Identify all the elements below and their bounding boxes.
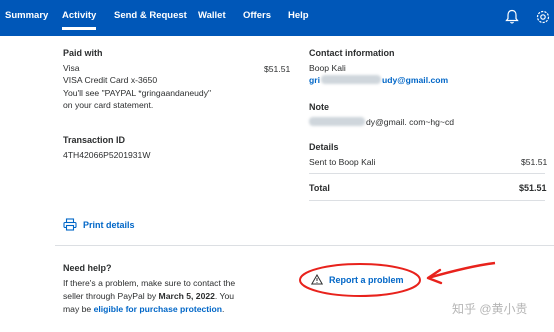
total-label: Total <box>309 183 330 193</box>
paid-with-section: Paid with Visa VISA Credit Card x-3650 Y… <box>63 47 293 111</box>
need-help-title: Need help? <box>63 263 112 273</box>
purchase-protection-link[interactable]: eligible for purchase protection <box>94 304 222 314</box>
card-description: VISA Credit Card x-3650 <box>63 75 158 86</box>
print-details-label: Print details <box>83 220 135 230</box>
gear-icon[interactable] <box>535 9 551 30</box>
note-text: dy@gmail. com~hg~cd <box>309 116 549 128</box>
paid-with-label: Paid with <box>63 48 103 58</box>
details-section: Details Sent to Boop Kali <box>309 141 545 168</box>
help-text-line2: seller through PayPal by March 5, 2022. … <box>63 290 283 303</box>
print-details-link[interactable]: Print details <box>63 218 135 231</box>
statement-text-line1: You'll see "PAYPAL *gringaandaneudy" <box>63 87 212 98</box>
details-label: Details <box>309 142 339 152</box>
help-deadline: March 5, 2022 <box>158 291 215 301</box>
paid-amount: $51.51 <box>264 64 291 74</box>
contact-info-label: Contact information <box>309 48 395 58</box>
statement-text-line2: on your card statement. <box>63 99 154 110</box>
note-label: Note <box>309 102 329 112</box>
payment-method: Visa <box>63 63 80 74</box>
nav-help[interactable]: Help <box>288 10 309 21</box>
report-problem-link[interactable]: Report a problem <box>310 274 404 285</box>
details-row-amount: $51.51 <box>521 157 548 167</box>
note-section: Note dy@gmail. com~hg~cd <box>309 101 549 128</box>
bell-icon[interactable] <box>505 9 519 30</box>
contact-email-link[interactable]: gri udy@gmail.com <box>309 74 549 86</box>
pointer-arrow-shaft <box>427 261 496 280</box>
help-text-line3-suffix: . <box>222 304 225 314</box>
warning-icon <box>310 274 324 285</box>
help-text-line2-suffix: . You <box>214 291 235 301</box>
total-divider <box>309 200 545 201</box>
transaction-id-value: 4TH42066P520193​1W <box>63 150 151 161</box>
contact-section: Contact information Boop Kali gri udy@gma… <box>309 47 549 87</box>
note-text-suffix: dy@gmail. com~hg~cd <box>366 117 455 128</box>
section-divider <box>55 245 554 246</box>
transaction-section: Transaction ID 4TH42066P520193​1W <box>63 134 150 161</box>
help-text-line3: may be eligible for purchase protection. <box>63 303 283 316</box>
redacted-note-part <box>309 117 365 127</box>
contact-name: Boop Kali <box>309 63 346 74</box>
watermark-text: 知乎 @黄小贵 <box>452 302 528 316</box>
printer-icon <box>63 218 77 231</box>
report-problem-label: Report a problem <box>329 275 404 285</box>
nav-offers[interactable]: Offers <box>243 10 271 21</box>
nav-wallet[interactable]: Wallet <box>198 10 226 21</box>
help-text-line3-prefix: may be <box>63 304 94 314</box>
email-prefix: gri <box>309 75 320 86</box>
top-navigation-bar: Summary Activity Send & Request Wallet O… <box>0 0 554 36</box>
nav-summary[interactable]: Summary <box>5 10 48 21</box>
help-text-line2-prefix: seller through PayPal by <box>63 291 159 301</box>
help-text-line1: If there's a problem, make sure to conta… <box>63 278 236 288</box>
total-amount: $51.51 <box>519 183 547 193</box>
email-suffix: udy@gmail.com <box>381 75 449 86</box>
transaction-id-label: Transaction ID <box>63 135 126 145</box>
pointer-arrow-head <box>426 268 443 285</box>
redacted-email-part <box>320 75 381 85</box>
nav-send-request[interactable]: Send & Request <box>114 10 187 21</box>
details-divider <box>309 173 545 174</box>
need-help-section: Need help? If there's a problem, make su… <box>63 262 283 316</box>
details-row-label: Sent to Boop Kali <box>309 157 376 168</box>
nav-activity[interactable]: Activity <box>62 10 97 30</box>
